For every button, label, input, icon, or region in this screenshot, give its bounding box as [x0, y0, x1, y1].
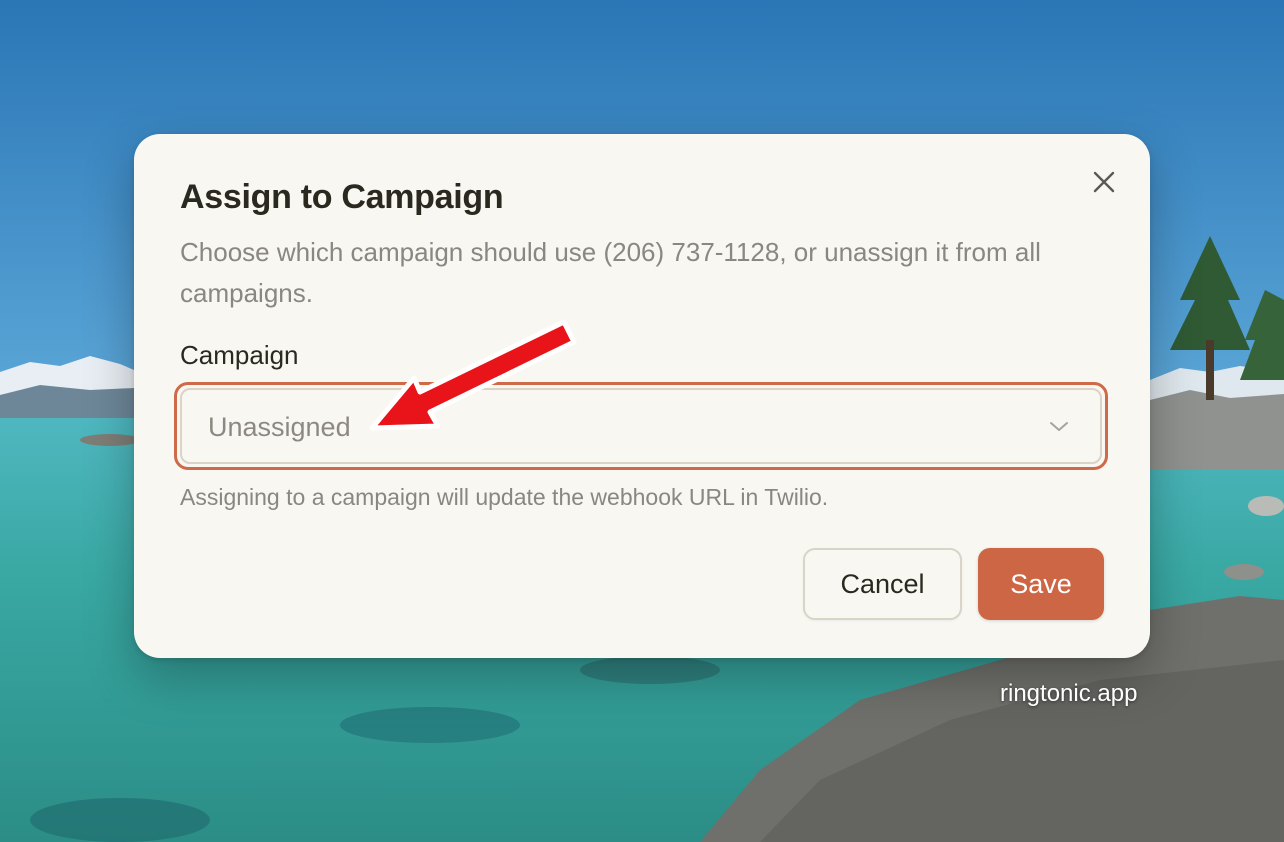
- campaign-select-value: Unassigned: [208, 412, 351, 442]
- dialog-title: Assign to Campaign: [180, 178, 504, 216]
- assign-campaign-dialog: Assign to Campaign Choose which campaign…: [134, 134, 1150, 658]
- watermark-text: ringtonic.app: [1000, 680, 1138, 707]
- webhook-hint: Assigning to a campaign will update the …: [180, 484, 829, 510]
- close-icon: [1093, 171, 1115, 193]
- cancel-button[interactable]: Cancel: [803, 548, 962, 620]
- campaign-field-label: Campaign: [180, 340, 299, 370]
- campaign-select[interactable]: Unassigned: [180, 388, 1102, 464]
- save-button[interactable]: Save: [978, 548, 1104, 620]
- chevron-down-icon: [1050, 422, 1068, 431]
- close-button[interactable]: [1086, 164, 1122, 200]
- dialog-description: Choose which campaign should use (206) 7…: [180, 237, 1041, 308]
- annotation-arrow-icon: [369, 319, 577, 431]
